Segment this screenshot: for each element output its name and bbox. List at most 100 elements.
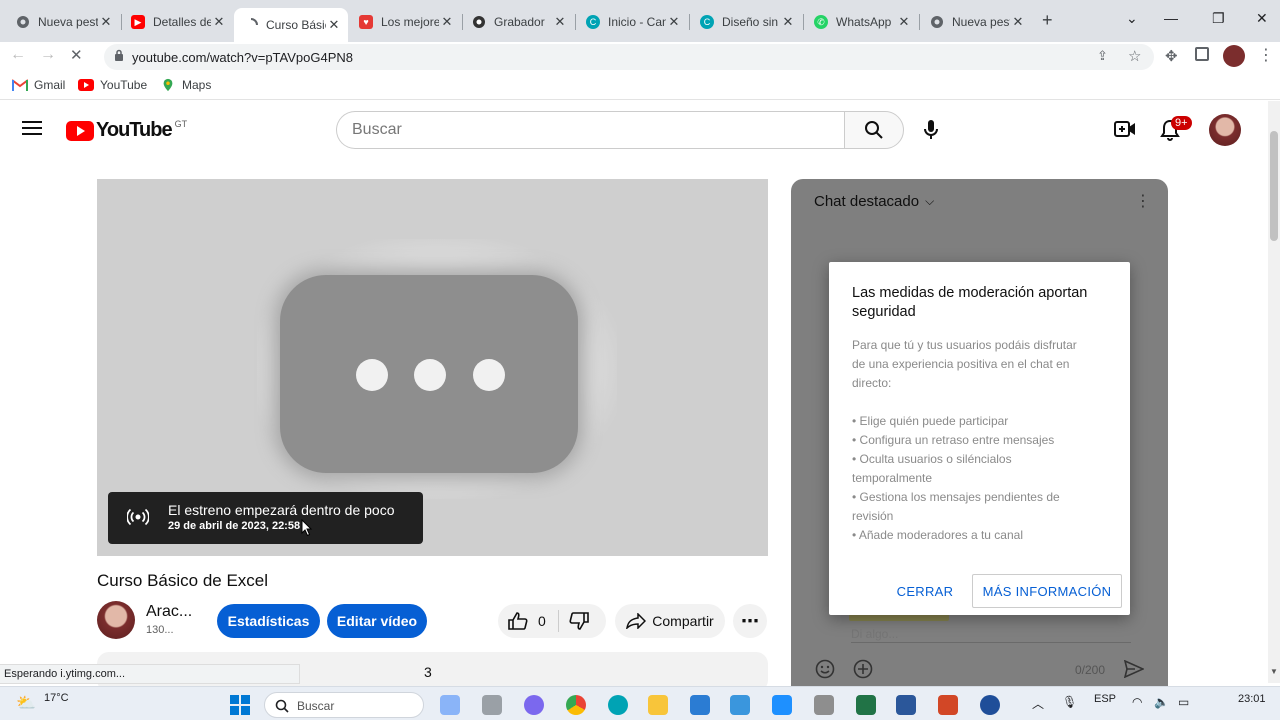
microphone-tray-icon[interactable]: 🎙 xyxy=(1062,695,1077,709)
dialog-learn-more-button[interactable]: MÁS INFORMACIÓN xyxy=(972,574,1122,608)
emoji-icon[interactable] xyxy=(815,659,835,684)
bookmark-star-icon[interactable]: ☆ xyxy=(1128,47,1141,65)
chrome-menu-icon[interactable]: ⋮ xyxy=(1258,45,1274,65)
browser-tab[interactable]: Nueva pestaña ✕ xyxy=(6,8,120,36)
task-view-icon[interactable] xyxy=(482,695,502,715)
lock-icon[interactable] xyxy=(114,49,124,67)
settings-gear-icon[interactable] xyxy=(980,695,1000,715)
powerpoint-icon[interactable] xyxy=(938,695,958,715)
scrollbar-thumb[interactable] xyxy=(1270,131,1278,241)
store-icon[interactable] xyxy=(690,695,710,715)
battery-icon[interactable]: ▭ xyxy=(1178,695,1189,709)
video-player[interactable]: El estreno empezará dentro de poco 29 de… xyxy=(97,179,768,556)
like-divider xyxy=(557,610,559,632)
tab-search-icon[interactable]: ⌄ xyxy=(1126,10,1138,27)
address-bar[interactable]: youtube.com/watch?v=pTAVpoG4PN8 ⇪ ☆ xyxy=(104,44,1154,70)
browser-tab[interactable]: Grabador ✕ xyxy=(462,8,574,36)
close-tab-icon[interactable]: ✕ xyxy=(896,14,912,30)
close-tab-icon[interactable]: ✕ xyxy=(552,14,568,30)
chat-message-input[interactable] xyxy=(851,625,1131,643)
extensions-icon[interactable]: ✥ xyxy=(1165,47,1178,65)
window-close-icon[interactable]: ✕ xyxy=(1256,10,1268,27)
chat-more-options-icon[interactable]: ⋮ xyxy=(1135,191,1151,211)
browser-tab[interactable]: Nueva pestaña ✕ xyxy=(920,8,1032,36)
windows-taskbar: ⛅ 17°C Buscar ︿ 🎙 ESP ◠ 🔈 ▭ 23:01 xyxy=(0,686,1280,720)
page-scrollbar[interactable]: ▼ xyxy=(1268,101,1280,683)
edit-video-button[interactable]: Editar vídeo xyxy=(327,604,427,638)
close-tab-icon[interactable]: ✕ xyxy=(780,14,796,30)
channel-name[interactable]: Arac... xyxy=(146,603,192,621)
new-tab-button[interactable]: + xyxy=(1042,10,1053,31)
mouse-cursor-icon xyxy=(301,519,313,537)
share-page-icon[interactable]: ⇪ xyxy=(1097,48,1108,64)
system-tray-chevron-icon[interactable]: ︿ xyxy=(1032,695,1044,712)
recorder-icon xyxy=(472,15,486,29)
more-actions-button[interactable]: ⋯ xyxy=(733,604,767,638)
forward-icon[interactable]: → xyxy=(40,46,56,64)
account-avatar[interactable] xyxy=(1209,114,1241,146)
create-video-icon[interactable] xyxy=(1114,121,1136,142)
dialog-body-line: directo: xyxy=(852,376,892,390)
file-explorer-icon[interactable] xyxy=(648,695,668,715)
like-dislike-group: 0 xyxy=(498,604,606,638)
send-icon[interactable] xyxy=(1123,659,1145,683)
stop-loading-icon[interactable]: ✕ xyxy=(70,46,83,64)
profile-avatar[interactable] xyxy=(1223,45,1245,67)
taskbar-search[interactable]: Buscar xyxy=(264,692,424,718)
chat-app-icon[interactable] xyxy=(524,695,544,715)
close-tab-icon[interactable]: ✕ xyxy=(1010,14,1026,30)
close-tab-icon[interactable]: ✕ xyxy=(326,17,342,33)
search-button[interactable] xyxy=(844,111,904,149)
loading-dot xyxy=(356,359,388,391)
weather-icon[interactable]: ⛅ xyxy=(16,693,36,713)
scroll-down-arrow-icon[interactable]: ▼ xyxy=(1270,667,1278,676)
bookmark-maps[interactable]: Maps xyxy=(160,78,211,92)
browser-tab[interactable]: C Inicio - Canva ✕ xyxy=(576,8,688,36)
mail-icon[interactable] xyxy=(772,695,792,715)
browser-tab[interactable]: ▶ Detalles del vídeo ✕ xyxy=(121,8,233,36)
volume-icon[interactable]: 🔈 xyxy=(1154,695,1169,709)
calculator-icon[interactable] xyxy=(814,695,834,715)
restore-icon[interactable]: ❐ xyxy=(1212,10,1225,27)
analytics-button[interactable]: Estadísticas xyxy=(217,604,320,638)
language-indicator[interactable]: ESP xyxy=(1094,693,1116,705)
browser-tab[interactable]: C Diseño sin título ✕ xyxy=(690,8,802,36)
browser-tab[interactable]: ✆ WhatsApp ✕ xyxy=(804,8,918,36)
side-panel-icon[interactable] xyxy=(1195,47,1209,61)
dialog-close-button[interactable]: CERRAR xyxy=(891,574,959,608)
youtube-logo[interactable]: YouTube GT xyxy=(66,119,187,142)
widgets-app-icon[interactable] xyxy=(440,695,460,715)
minimize-icon[interactable]: — xyxy=(1164,10,1178,26)
clock-time[interactable]: 23:01 xyxy=(1238,693,1266,705)
bookmark-youtube[interactable]: YouTube xyxy=(78,78,147,92)
search-input[interactable] xyxy=(337,112,846,148)
close-tab-icon[interactable]: ✕ xyxy=(666,14,682,30)
chat-mode-dropdown[interactable]: Chat destacado ⌵ xyxy=(814,193,934,210)
channel-avatar[interactable] xyxy=(97,601,135,639)
moderation-info-dialog: Las medidas de moderación aportan seguri… xyxy=(829,262,1130,615)
microphone-icon[interactable] xyxy=(924,120,938,145)
weather-temperature[interactable]: 17°C xyxy=(44,692,69,704)
bookmark-gmail[interactable]: Gmail xyxy=(12,78,65,92)
like-button[interactable]: 0 xyxy=(508,612,546,630)
close-tab-icon[interactable]: ✕ xyxy=(211,14,227,30)
excel-icon[interactable] xyxy=(856,695,876,715)
dislike-button[interactable] xyxy=(569,612,589,630)
super-chat-icon[interactable] xyxy=(853,659,873,684)
chrome-taskbar-icon[interactable] xyxy=(566,695,586,715)
close-tab-icon[interactable]: ✕ xyxy=(98,14,114,30)
browser-tab-active[interactable]: Curso Básico de Excel ✕ xyxy=(234,8,348,42)
gmail-icon xyxy=(12,79,28,91)
red-heart-icon: ♥ xyxy=(359,15,373,29)
canva-taskbar-icon[interactable] xyxy=(608,695,628,715)
browser-tab[interactable]: ♥ Los mejores ✕ xyxy=(349,8,461,36)
back-icon[interactable]: ← xyxy=(10,46,26,64)
loading-dot xyxy=(414,359,446,391)
word-icon[interactable] xyxy=(896,695,916,715)
hamburger-menu-icon[interactable] xyxy=(22,120,42,141)
windows-start-icon[interactable] xyxy=(230,695,250,720)
photos-app-icon[interactable] xyxy=(730,695,750,715)
share-button[interactable]: Compartir xyxy=(615,604,725,638)
wifi-icon[interactable]: ◠ xyxy=(1132,695,1142,709)
close-tab-icon[interactable]: ✕ xyxy=(439,14,455,30)
